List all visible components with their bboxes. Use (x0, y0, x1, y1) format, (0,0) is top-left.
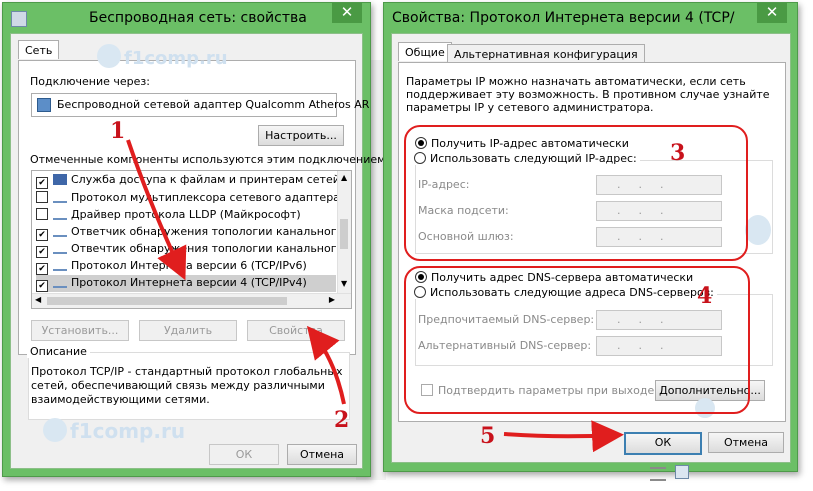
scroll-left-arrow-icon[interactable]: ◀ (35, 295, 41, 304)
list-item-label: Протокол Интернета версии 4 (TCP/IPv4) (71, 276, 307, 289)
window-icon (11, 11, 27, 27)
install-button[interactable]: Установить... (31, 320, 129, 341)
list-item[interactable]: ✔ Протокол Интернета версии 4 (TCP/IPv4) (36, 275, 336, 292)
protocol-icon (53, 207, 67, 220)
watermark-right-top (745, 215, 774, 246)
annotation-number-2: 2 (334, 407, 350, 433)
right-cancel-button[interactable]: Отмена (708, 432, 784, 453)
intro-line-3: параметры IP у сетевого администратора. (406, 101, 654, 114)
list-item-label: Драйвер протокола LLDP (Майкрософт) (71, 208, 301, 221)
right-titlebar[interactable]: Свойства: Протокол Интернета версии 4 (T… (384, 3, 797, 33)
components-list[interactable]: ✔ Служба доступа к файлам и принтерам сет… (31, 170, 352, 309)
protocol-icon (53, 190, 67, 203)
list-item[interactable]: Протокол мультиплексора сетевого адаптер… (36, 190, 351, 207)
description-line-2: сетей, обеспечивающий связь между различ… (31, 379, 325, 392)
protocol-icon (53, 275, 67, 288)
components-label: Отмеченные компоненты используются этим … (30, 153, 390, 166)
intro-line-1: Параметры IP можно назначать автоматичес… (406, 75, 746, 88)
tab-alternate-config[interactable]: Альтернативная конфигурация (447, 44, 645, 63)
list-item[interactable]: ✔ Отвечтик обнаружения топологии канально… (36, 241, 351, 258)
description-group: Описание Протокол TCP/IP - стандартный п… (27, 345, 350, 420)
right-ok-button[interactable]: ОК (624, 432, 702, 455)
description-line-3: взаимодействующими сетями. (31, 393, 210, 406)
left-client: Сеть Подключение через: Беспроводной сет… (10, 33, 389, 469)
view-list-icon[interactable] (650, 467, 666, 481)
watermark-top-left: f1comp.ru (97, 44, 228, 69)
horizontal-scrollbar[interactable]: ◀ ▶ (32, 293, 351, 308)
annotation-number-3: 3 (670, 140, 686, 166)
network-tab-panel: Подключение через: Беспроводной сетевой … (18, 60, 389, 355)
list-item-label: Протокол Интернета версии 6 (TCP/IPv6) (71, 259, 307, 272)
left-titlebar[interactable]: Беспроводная сеть: свойства ✕ (3, 3, 370, 33)
close-icon[interactable]: ✕ (332, 3, 362, 23)
scroll-thumb[interactable] (340, 219, 348, 249)
protocol-icon (53, 258, 67, 271)
list-item-label: Отвечтик обнаружения топологии канальног… (71, 242, 352, 255)
left-cancel-button[interactable]: Отмена (287, 444, 357, 465)
checkbox-checked-icon[interactable]: ✔ (36, 229, 48, 241)
vertical-scrollbar[interactable]: ▲ ▼ (337, 171, 351, 293)
annotation-box-ip (404, 125, 748, 261)
network-adapter-icon (37, 98, 51, 112)
right-window-title: Свойства: Протокол Интернета версии 4 (T… (392, 10, 735, 26)
annotation-number-1: 1 (110, 118, 126, 144)
list-item[interactable]: Драйвер протокола LLDP (Майкрософт) (36, 207, 336, 224)
intro-line-2: поддерживает эту возможность. В противно… (406, 88, 770, 101)
checkbox-icon[interactable] (36, 208, 48, 220)
watermark-bottom-left: f1comp.ru (43, 418, 185, 443)
annotation-number-5: 5 (480, 423, 496, 449)
checkbox-checked-icon[interactable]: ✔ (36, 177, 48, 189)
list-item[interactable]: ✔ Ответчик обнаружения топологии канально… (36, 224, 351, 241)
tab-network[interactable]: Сеть (18, 40, 60, 59)
protocol-icon (53, 224, 67, 237)
checkbox-checked-icon[interactable]: ✔ (36, 263, 48, 275)
tab-general[interactable]: Общие (398, 42, 452, 61)
network-client-icon (53, 174, 67, 185)
scroll-right-arrow-icon[interactable]: ▶ (329, 295, 335, 304)
left-window-title: Беспроводная сеть: свойства (89, 10, 307, 26)
left-ok-button[interactable]: ОК (209, 444, 279, 465)
checkbox-icon[interactable] (36, 191, 48, 203)
adapter-name: Беспроводной сетевой адаптер Qualcomm At… (57, 98, 370, 111)
checkbox-checked-icon[interactable]: ✔ (36, 280, 48, 292)
list-item[interactable]: ✔ Протокол Интернета версии 6 (TCP/IPv6) (36, 258, 336, 275)
list-item-label: Служба доступа к файлам и принтерам сете… (71, 173, 352, 186)
adapter-box: Беспроводной сетевой адаптер Qualcomm At… (31, 93, 369, 117)
view-details-icon[interactable] (675, 465, 689, 479)
scroll-down-arrow-icon[interactable]: ▼ (341, 279, 347, 288)
left-window: Беспроводная сеть: свойства ✕ Сеть Подкл… (2, 2, 389, 477)
annotation-number-4: 4 (697, 283, 713, 309)
list-item-label: Протокол мультиплексора сетевого адаптер… (71, 191, 352, 204)
close-icon[interactable]: ✕ (757, 3, 787, 23)
description-legend: Описание (27, 345, 90, 358)
protocol-icon (53, 241, 67, 254)
list-item[interactable]: ✔ Служба доступа к файлам и принтерам сет… (36, 173, 351, 190)
list-item-label: Ответчик обнаружения топологии канальног… (71, 225, 352, 238)
hscroll-thumb[interactable] (47, 297, 287, 305)
scroll-up-arrow-icon[interactable]: ▲ (341, 173, 347, 182)
description-line-1: Протокол TCP/IP - стандартный протокол г… (31, 365, 343, 378)
configure-button[interactable]: Настроить... (258, 125, 344, 146)
remove-button[interactable]: Удалить (139, 320, 237, 341)
properties-button[interactable]: Свойства (247, 320, 345, 341)
connect-via-label: Подключение через: (30, 75, 150, 88)
checkbox-checked-icon[interactable]: ✔ (36, 246, 48, 258)
